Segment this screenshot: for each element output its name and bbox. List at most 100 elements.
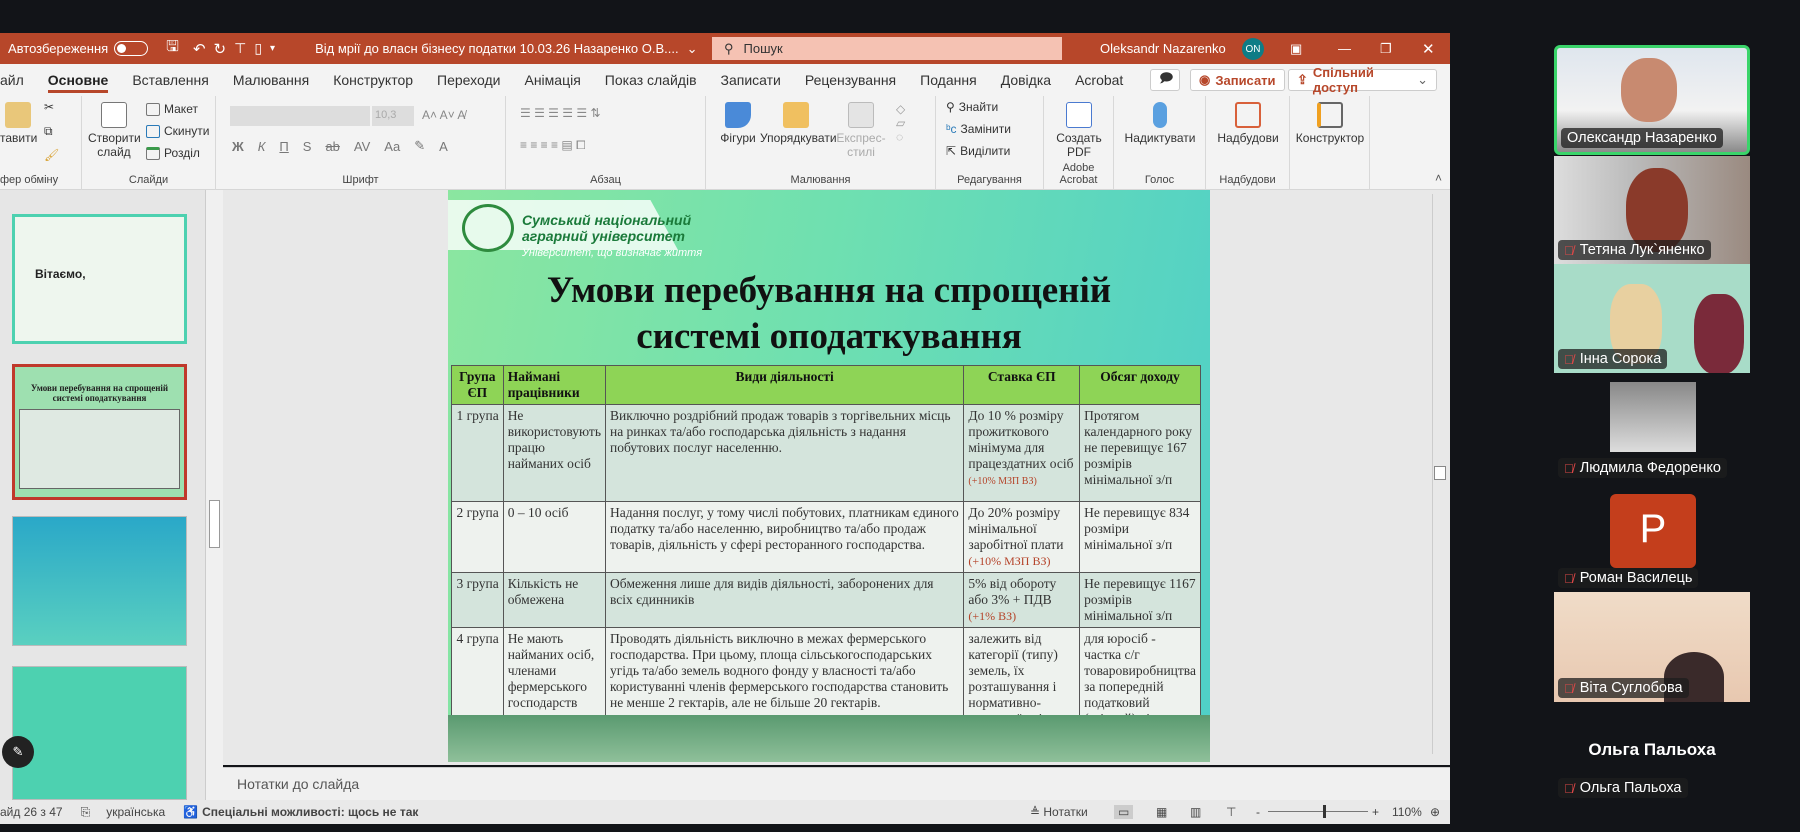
save-icon[interactable]: 🖫 [166,36,179,61]
tab-help[interactable]: Довідка [989,64,1063,96]
chevron-down-icon[interactable]: ⌄ [687,41,698,57]
participant-tile[interactable]: P 🎙̸ Роман Василець [1554,492,1750,592]
zoom-in-button[interactable]: + [1372,805,1379,819]
user-name[interactable]: Oleksandr Nazarenko [1100,41,1226,56]
collapse-ribbon-icon[interactable]: ˄ [1435,171,1442,185]
spellcheck-icon[interactable]: ⎘ [81,805,91,820]
bold-button[interactable]: Ж [232,139,244,154]
designer-button[interactable]: Конструктор [1292,102,1368,145]
shape-format-buttons[interactable]: ◇ ▱ ◌ [896,102,905,144]
font-size-select[interactable]: 10,3 [372,106,414,126]
search-input[interactable]: ⚲ Пошук [712,37,1062,60]
font-name-select[interactable] [230,106,370,126]
zoom-out-button[interactable]: - [1256,805,1260,819]
new-file-icon[interactable]: ▯ [254,40,262,57]
select-button[interactable]: ⇱ Виділити [946,144,1010,158]
highlight-icon[interactable]: ✎ [414,138,425,154]
underline-button[interactable]: П [279,139,288,154]
group-label: Adobe Acrobat [1059,162,1098,186]
cut-icon[interactable]: ✂ [44,100,54,114]
scrollbar-thumb[interactable] [209,500,220,548]
redo-icon[interactable]: ↻ [214,40,227,58]
slide-sorter-icon[interactable]: ▦ [1156,805,1167,819]
paste-button[interactable]: тавити [0,102,37,145]
quick-styles-button[interactable]: Експрес-стилі [834,102,888,159]
section-button[interactable]: Розділ [146,146,200,160]
dictate-button[interactable]: Надиктувати [1118,102,1202,145]
shapes-button[interactable]: Фігури [718,102,758,145]
create-pdf-button[interactable]: Создать PDF [1050,102,1108,159]
tab-review[interactable]: Рецензування [793,64,908,96]
addins-button[interactable]: Надбудови [1210,102,1286,145]
undo-icon[interactable]: ↶ [193,40,206,58]
tab-file[interactable]: айл [0,64,36,96]
participant-tile[interactable]: 🎙̸ Людмила Федоренко [1554,382,1750,482]
copy-icon[interactable]: ⧉ [44,124,53,139]
spacing-button[interactable]: AV [354,139,370,154]
notes-pane[interactable]: Нотатки до слайда [223,767,1450,800]
restore-icon[interactable]: ❐ [1380,41,1392,57]
tab-animations[interactable]: Анімація [512,64,592,96]
comments-button[interactable]: 🗩 [1150,69,1180,91]
tab-design[interactable]: Конструктор [321,64,425,96]
notes-toggle[interactable]: ≜ Нотатки [1030,805,1088,819]
participant-name: 🎙̸ Інна Сорока [1558,349,1668,369]
reading-view-icon[interactable]: ▥ [1190,805,1201,819]
align-buttons[interactable]: ≡ ≡ ≡ ≡ ▤ ⧠ [520,138,586,153]
find-button[interactable]: ⚲ Знайти [946,100,998,114]
arrange-button[interactable]: Упорядкувати [760,102,837,145]
reset-button[interactable]: Скинути [146,124,209,138]
slide-thumbnail[interactable]: Вітаємо, [12,214,187,344]
slide-thumbnail-selected[interactable]: Умови перебування на спрощеній системі о… [12,364,187,500]
thumbnails-scrollbar[interactable] [205,190,223,800]
slide-scrollbar[interactable] [1432,194,1446,754]
new-slide-button[interactable]: Створити слайд [88,102,141,159]
avatar[interactable]: ON [1242,38,1264,60]
record-button[interactable]: ◉ Записати [1190,69,1285,91]
tab-home[interactable]: Основне [36,64,121,96]
slideshow-icon[interactable]: ⊤ [1226,805,1236,819]
tab-transitions[interactable]: Переходи [425,64,512,96]
participant-tile[interactable]: 🎙̸ Віта Суглобова [1554,592,1750,702]
slide[interactable]: Сумський національний аграрний університе… [448,190,1210,762]
italic-button[interactable]: К [258,139,266,154]
language-indicator[interactable]: українська [106,805,165,819]
normal-view-icon[interactable]: ▭ [1114,805,1134,819]
minimize-icon[interactable]: — [1338,41,1351,56]
zoom-slider[interactable] [1268,805,1368,818]
strikethrough-button[interactable]: ab [325,139,339,154]
pen-button[interactable]: ✎ [2,736,34,768]
participant-tile[interactable]: 🎙̸ Інна Сорока [1554,264,1750,373]
fit-to-window-icon[interactable]: ⊕ [1430,805,1440,819]
layout-button[interactable]: Макет [146,102,198,116]
customize-toolbar-icon[interactable]: ▾ [270,43,275,54]
document-title[interactable]: Від мрії до власн бізнесу податки 10.03.… [315,41,679,56]
font-size-buttons[interactable]: A˄ A˅ A̸ [422,108,465,122]
tab-insert[interactable]: Вставлення [120,64,221,96]
accessibility-status[interactable]: Спеціальні можливості: щось не так [202,805,418,819]
group-label: Редагування [957,174,1022,186]
participant-tile[interactable]: Ольга Пальоха 🎙̸ Ольга Пальоха [1554,740,1750,810]
slide-thumbnail[interactable] [12,516,187,646]
tab-draw[interactable]: Малювання [221,64,321,96]
close-icon[interactable]: ✕ [1422,40,1435,58]
participant-tile[interactable]: 🎙̸ Тетяна Лук`яненко [1554,156,1750,264]
share-button[interactable]: ⇪ Спільний доступ ⌄ [1288,65,1437,95]
autosave-toggle[interactable] [114,41,149,56]
tab-slideshow[interactable]: Показ слайдів [593,64,709,96]
font-color-icon[interactable]: A [439,139,448,154]
list-buttons[interactable]: ☰ ☰ ☰ ☰ ☰ ⇅ [520,106,601,120]
zoom-level[interactable]: 110% [1392,805,1422,819]
tab-view[interactable]: Подання [908,64,989,96]
change-case-button[interactable]: Aa [384,139,400,154]
tab-acrobat[interactable]: Acrobat [1063,64,1135,96]
format-painter-icon[interactable]: 🖌 [44,148,59,162]
ribbon-display-icon[interactable]: ▣ [1290,41,1302,57]
participant-tile-active[interactable]: Олександр Назаренко [1554,45,1750,155]
shadow-button[interactable]: S [303,139,312,154]
zoom-slider-thumb[interactable] [1323,805,1326,818]
replace-button[interactable]: ᵇc Замінити [946,122,1011,136]
slide-thumbnail[interactable] [12,666,187,800]
present-icon[interactable]: ⊤ [234,40,246,57]
tab-record[interactable]: Записати [709,64,793,96]
